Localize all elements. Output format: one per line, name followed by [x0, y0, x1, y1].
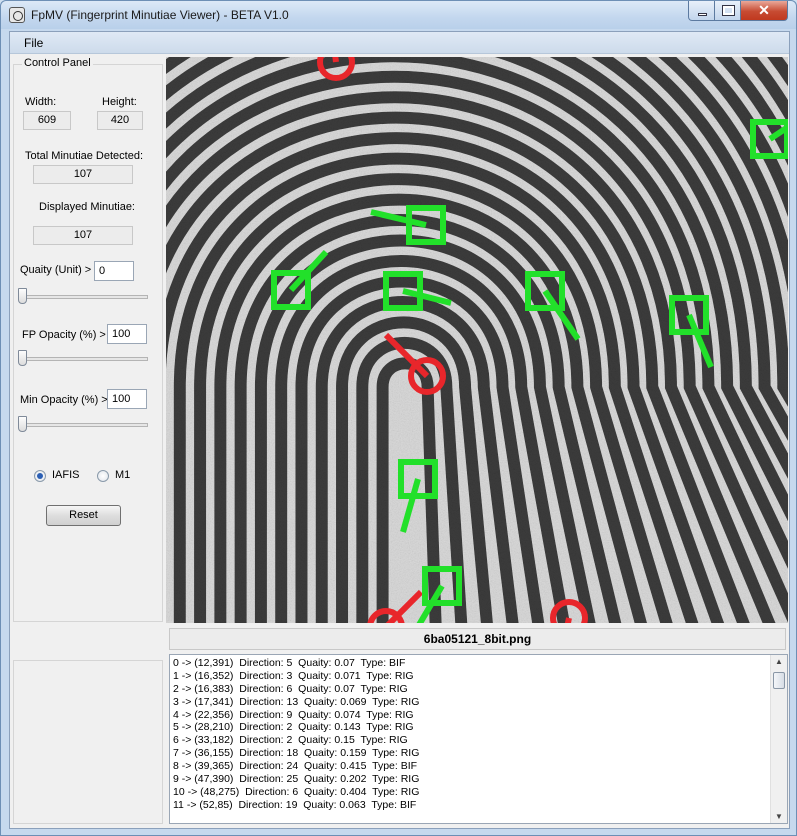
width-label: Width:: [25, 96, 57, 108]
quality-input[interactable]: [94, 261, 134, 281]
window-title: FpMV (Fingerprint Minutiae Viewer) - BET…: [31, 8, 289, 22]
total-minutiae-label: Total Minutiae Detected:: [25, 150, 144, 162]
empty-panel: [13, 660, 163, 824]
iafis-radio-label[interactable]: IAFIS: [52, 469, 80, 481]
minutia-row[interactable]: 6 -> (33,182) Direction: 2 Quaity: 0.15 …: [173, 734, 768, 747]
title-bar[interactable]: FpMV (Fingerprint Minutiae Viewer) - BET…: [1, 1, 796, 29]
maximize-icon: [722, 5, 735, 16]
quality-label: Quaity (Unit) >: [20, 264, 92, 276]
m1-radio-label[interactable]: M1: [115, 469, 130, 481]
control-panel-title: Control Panel: [22, 57, 93, 69]
min-opacity-slider-thumb[interactable]: [18, 416, 27, 432]
displayed-minutiae-label: Displayed Minutiae:: [39, 201, 135, 213]
scroll-down-icon[interactable]: ▼: [775, 812, 783, 821]
reset-button[interactable]: Reset: [46, 505, 121, 526]
fp-opacity-slider-track[interactable]: [20, 357, 148, 361]
fingerprint-app-icon: [9, 7, 25, 23]
app-window: FpMV (Fingerprint Minutiae Viewer) - BET…: [0, 0, 797, 836]
fingerprint-image: [166, 57, 788, 623]
quality-slider-thumb[interactable]: [18, 288, 27, 304]
list-scrollbar[interactable]: ▲ ▼: [770, 655, 787, 823]
minutiae-list[interactable]: 0 -> (12,391) Direction: 5 Quaity: 0.07 …: [169, 654, 788, 824]
minutia-row[interactable]: 0 -> (12,391) Direction: 5 Quaity: 0.07 …: [173, 657, 768, 670]
minutia-row[interactable]: 4 -> (22,356) Direction: 9 Quaity: 0.074…: [173, 709, 768, 722]
displayed-minutiae-value: 107: [33, 226, 133, 245]
minutia-row[interactable]: 9 -> (47,390) Direction: 25 Quaity: 0.20…: [173, 773, 768, 786]
menu-file[interactable]: File: [24, 36, 43, 50]
minutia-row[interactable]: 2 -> (16,383) Direction: 6 Quaity: 0.07 …: [173, 683, 768, 696]
minimize-icon: [698, 13, 707, 16]
menu-bar: File: [10, 32, 789, 54]
minutia-row[interactable]: 5 -> (28,210) Direction: 2 Quaity: 0.143…: [173, 721, 768, 734]
minutia-row[interactable]: 7 -> (36,155) Direction: 18 Quaity: 0.15…: [173, 747, 768, 760]
minutia-row[interactable]: 3 -> (17,341) Direction: 13 Quaity: 0.06…: [173, 696, 768, 709]
minimize-button[interactable]: [688, 1, 715, 21]
minutiae-list-lines: 0 -> (12,391) Direction: 5 Quaity: 0.07 …: [173, 657, 768, 812]
minutia-row[interactable]: 10 -> (48,275) Direction: 6 Quaity: 0.40…: [173, 786, 768, 799]
scroll-up-icon[interactable]: ▲: [775, 657, 783, 666]
width-value: 609: [23, 111, 71, 130]
fp-opacity-slider-thumb[interactable]: [18, 350, 27, 366]
maximize-button[interactable]: [714, 1, 741, 21]
iafis-radio[interactable]: [34, 470, 46, 482]
height-value: 420: [97, 111, 143, 130]
scroll-thumb[interactable]: [773, 672, 785, 689]
m1-radio[interactable]: [97, 470, 109, 482]
minutia-row[interactable]: 1 -> (16,352) Direction: 3 Quaity: 0.071…: [173, 670, 768, 683]
close-icon: ✕: [758, 2, 770, 18]
fp-opacity-label: FP Opacity (%) >: [22, 329, 106, 341]
total-minutiae-value: 107: [33, 165, 133, 184]
quality-slider-track[interactable]: [20, 295, 148, 299]
height-label: Height:: [102, 96, 137, 108]
fingerprint-viewer[interactable]: [166, 57, 788, 623]
minutia-row[interactable]: 11 -> (52,85) Direction: 19 Quaity: 0.06…: [173, 799, 768, 812]
bifurcation-direction: [332, 57, 339, 63]
fp-opacity-input[interactable]: [107, 324, 147, 344]
min-opacity-slider-track[interactable]: [20, 423, 148, 427]
client-area: File Control Panel Width: 609 Height: 42…: [9, 31, 790, 829]
min-opacity-label: Min Opacity (%) >: [20, 394, 108, 406]
image-filename: 6ba05121_8bit.png: [169, 628, 786, 650]
close-button[interactable]: ✕: [740, 1, 788, 21]
control-panel: Control Panel Width: 609 Height: 420 Tot…: [13, 57, 163, 622]
minutia-row[interactable]: 8 -> (39,365) Direction: 24 Quaity: 0.41…: [173, 760, 768, 773]
min-opacity-input[interactable]: [107, 389, 147, 409]
